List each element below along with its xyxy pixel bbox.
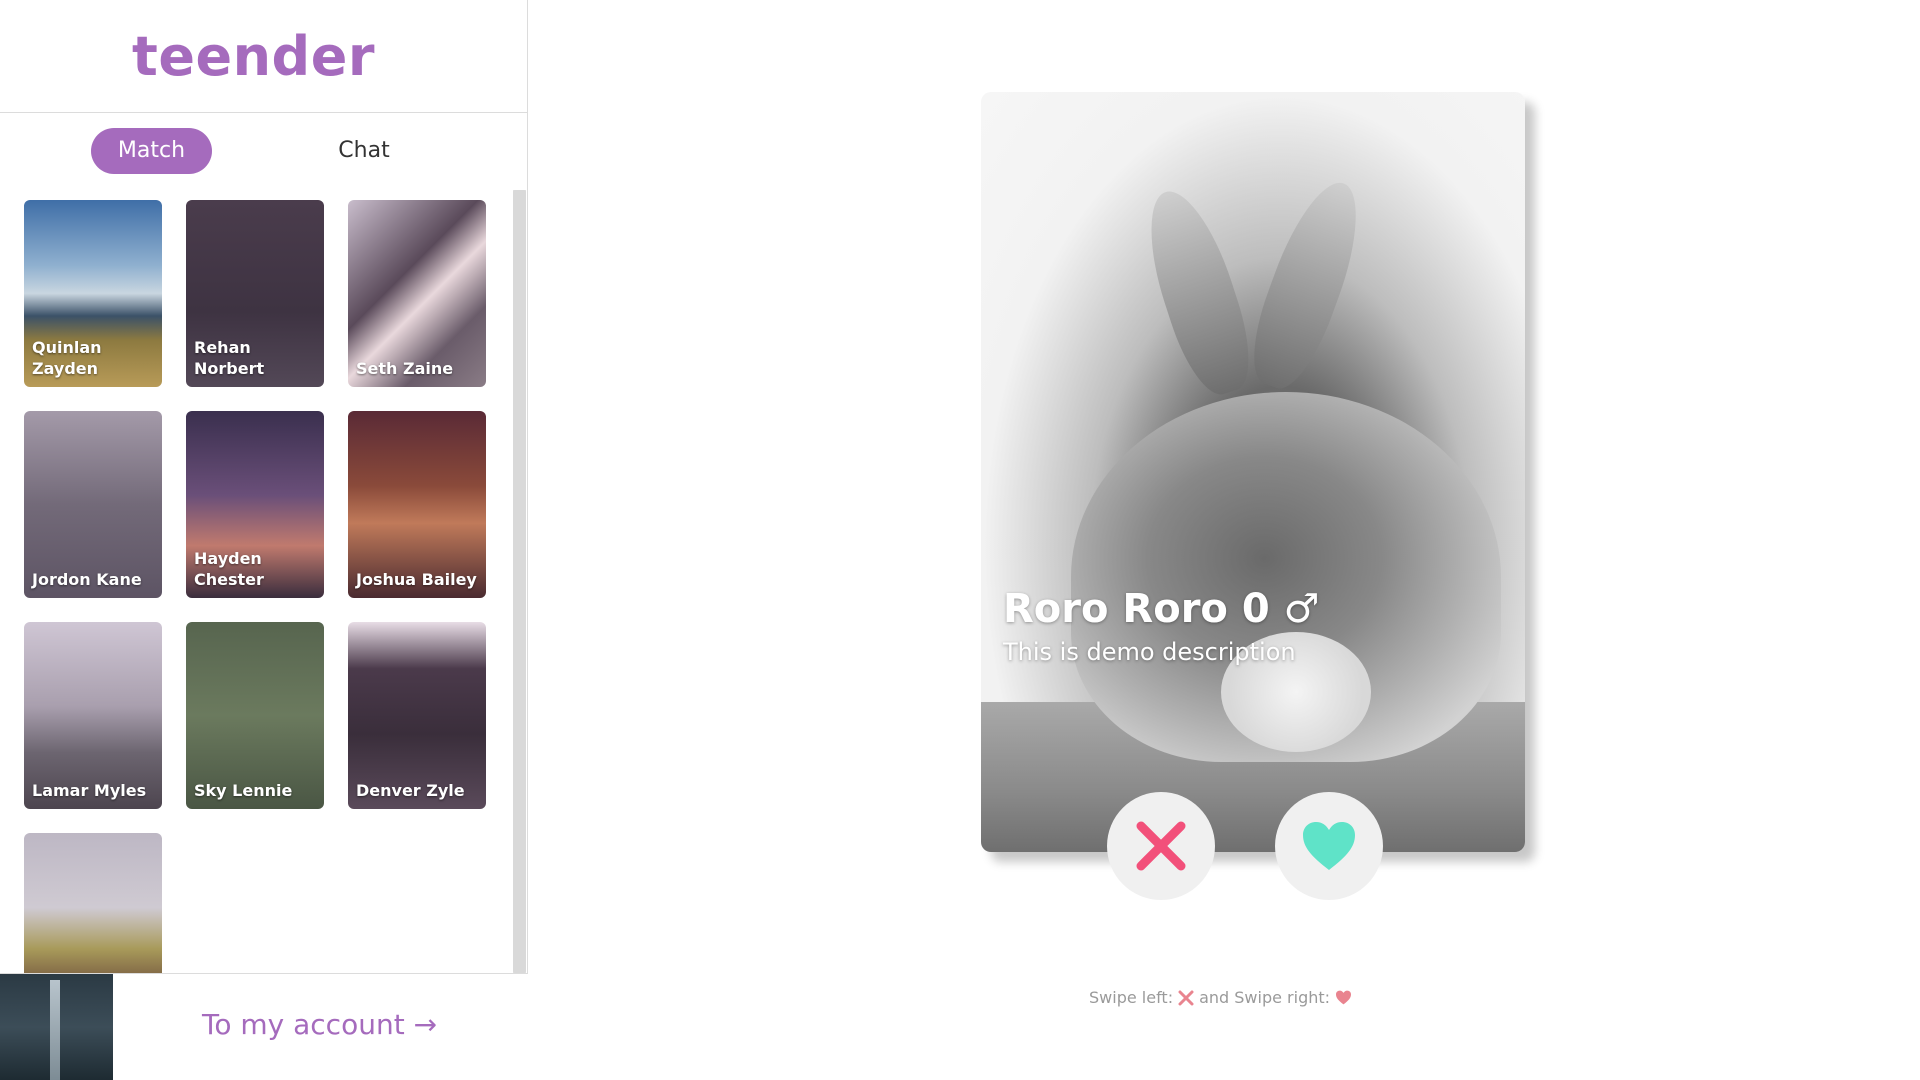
match-list: Quinlan Zayden Rehan Norbert Seth Zaine … (0, 190, 528, 973)
match-name: Joshua Bailey (356, 570, 477, 589)
swipe-hint: Swipe left: and Swipe right: (1089, 988, 1352, 1007)
tab-match[interactable]: Match (91, 128, 212, 174)
match-card[interactable]: Rehan Norbert (186, 200, 324, 387)
match-card[interactable]: Lamar Myles (24, 622, 162, 809)
app-logo[interactable]: teender (132, 25, 375, 88)
scrollbar-thumb[interactable] (513, 190, 526, 973)
like-button[interactable] (1275, 792, 1383, 900)
account-bar: To my account → (0, 973, 528, 1080)
match-name: Lamar Myles (32, 781, 147, 800)
tab-bar: Match Chat (0, 128, 528, 174)
match-card[interactable]: Quinlan Zayden (24, 200, 162, 387)
avatar-photo (50, 980, 60, 1080)
close-icon (1136, 821, 1186, 871)
match-name: Hayden Chester (194, 549, 264, 589)
match-name: Denver Zyle (356, 781, 465, 800)
sidebar: teender Match Chat Quinlan Zayden Rehan … (0, 0, 528, 1080)
match-name: Seth Zaine (356, 359, 454, 378)
to-my-account-link[interactable]: To my account → (202, 1008, 437, 1041)
profile-name: Roro Roro 0 ♂ (1003, 586, 1320, 632)
profile-photo-ear (1132, 181, 1264, 403)
match-card[interactable]: Jordon Kane (24, 411, 162, 598)
match-card[interactable]: Joshua Bailey (348, 411, 486, 598)
match-card[interactable]: Hayden Chester (186, 411, 324, 598)
profile-photo-ear (1238, 171, 1376, 398)
match-card[interactable]: Seth Zaine (348, 200, 486, 387)
match-name: Rehan Norbert (194, 338, 265, 378)
heart-icon (1303, 822, 1355, 870)
match-card[interactable]: Sky Lennie (186, 622, 324, 809)
match-name: Jordon Kane (32, 570, 142, 589)
profile-description: This is demo description (1003, 638, 1296, 666)
scrollbar[interactable] (513, 190, 526, 973)
tab-chat[interactable]: Chat (307, 128, 421, 174)
heart-icon (1336, 990, 1352, 1005)
profile-card[interactable]: Roro Roro 0 ♂ This is demo description (981, 92, 1525, 852)
hint-right-label: and Swipe right: (1199, 988, 1331, 1007)
match-name: Quinlan Zayden (32, 338, 102, 378)
logo-bar: teender (0, 0, 527, 113)
nope-button[interactable] (1107, 792, 1215, 900)
match-card[interactable] (24, 833, 162, 973)
hint-left-label: Swipe left: (1089, 988, 1174, 1007)
close-icon (1178, 990, 1194, 1005)
match-name: Sky Lennie (194, 781, 293, 800)
match-card[interactable]: Denver Zyle (348, 622, 486, 809)
avatar[interactable] (0, 974, 113, 1080)
